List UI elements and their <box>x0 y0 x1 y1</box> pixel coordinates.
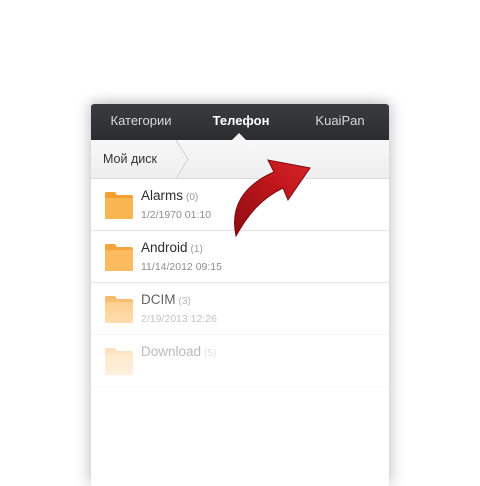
file-count: (1) <box>190 244 203 255</box>
folder-icon <box>105 296 133 323</box>
file-count: (0) <box>186 192 199 203</box>
file-date: 11/14/2012 09:15 <box>141 261 222 273</box>
file-name: Android (1) <box>141 240 203 255</box>
file-name: Download (5) <box>141 344 217 359</box>
file-name: Alarms (0) <box>141 188 199 203</box>
folder-icon <box>105 192 133 219</box>
file-date: 1/2/1970 01:10 <box>141 209 212 221</box>
file-count: (3) <box>178 296 191 307</box>
file-date: 2/19/2013 12:26 <box>141 313 217 325</box>
breadcrumb-label: Мой диск <box>103 152 157 166</box>
tab-kuaipan[interactable]: KuaiPan <box>291 104 389 140</box>
chevron-right-icon <box>175 140 189 178</box>
list-item[interactable]: DCIM (3) 2/19/2013 12:26 <box>91 283 389 335</box>
folder-icon <box>105 244 133 271</box>
list-item[interactable]: Download (5) <box>91 335 389 387</box>
tab-categories[interactable]: Категории <box>91 104 191 140</box>
folder-icon <box>105 348 133 375</box>
file-name: DCIM (3) <box>141 292 191 307</box>
red-arrow-icon <box>234 159 311 238</box>
tab-bar: Категории Телефон KuaiPan <box>91 104 389 140</box>
file-count: (5) <box>204 348 217 359</box>
